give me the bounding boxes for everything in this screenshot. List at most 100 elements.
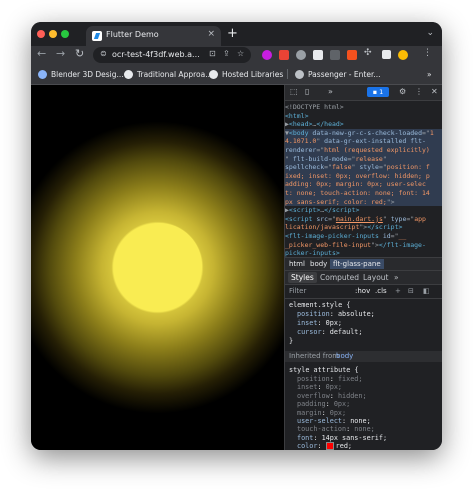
device-toolbar-icon[interactable]: ▯: [305, 87, 309, 96]
extension-3-icon[interactable]: [296, 50, 306, 60]
dom-node-line[interactable]: _picker_web-file-input"></flt-image-: [285, 241, 442, 250]
devtools-close-icon[interactable]: ✕: [431, 87, 438, 96]
dom-node-line[interactable]: px sans-serif; color: red;">: [285, 197, 442, 207]
inspect-element-icon[interactable]: ⬚: [290, 87, 298, 96]
dom-node-line[interactable]: <!DOCTYPE html>: [285, 103, 442, 112]
dom-node-line[interactable]: " flt-build-mode="release": [285, 154, 442, 164]
property-value: 0px;: [329, 408, 347, 417]
property-name: touch-action: [297, 425, 347, 434]
issues-badge[interactable]: ▪ 1: [367, 87, 389, 97]
style-property[interactable]: cursor: default;: [297, 328, 363, 336]
styles-filter-input[interactable]: Filter: [289, 287, 306, 295]
dom-node-line[interactable]: adding: 0px; margin: 0px; user-selec: [285, 180, 442, 189]
style-property[interactable]: padding: 0px;: [297, 400, 350, 408]
back-arrow-icon[interactable]: ←: [37, 47, 46, 60]
flutter-canvas[interactable]: [31, 85, 284, 450]
dom-node-line[interactable]: 4.1071.0" data-gr-ext-installed flt-: [285, 137, 442, 146]
property-name: inset: [297, 383, 318, 392]
class-toggle[interactable]: .cls: [375, 287, 387, 295]
dom-node-line[interactable]: spellcheck="false" style="position: f: [285, 163, 442, 172]
url-text[interactable]: ocr-test-4f3df.web.a...: [112, 50, 200, 59]
bookmark-item[interactable]: Blender 3D Desig...: [38, 68, 124, 80]
sidebar-toggle-icon[interactable]: ◧: [423, 287, 430, 295]
dom-node-line[interactable]: picker-inputs>: [285, 249, 442, 257]
bookmark-favicon-icon: [124, 69, 133, 79]
dom-node-line[interactable]: <flt-image-picker-inputs id="__: [285, 232, 442, 241]
style-property[interactable]: overflow: hidden;: [297, 392, 367, 400]
profile-avatar-icon[interactable]: [398, 50, 408, 60]
more-panels-icon[interactable]: »: [328, 87, 333, 96]
hover-state-toggle[interactable]: :hov: [355, 287, 370, 295]
extensions-puzzle-icon[interactable]: ✣: [364, 48, 372, 58]
style-property[interactable]: margin: 0px;: [297, 409, 346, 417]
tab-styles[interactable]: Styles: [288, 272, 317, 283]
browser-window: Flutter Demo × + ⌄ ← → ↻ ⊜ ocr-test-4f3d…: [31, 22, 442, 450]
bookmark-star-icon[interactable]: ☆: [237, 49, 244, 58]
devtools-menu-icon[interactable]: ⋮: [415, 87, 423, 96]
style-property[interactable]: inset: 0px;: [297, 319, 342, 327]
tab-flutter-demo[interactable]: Flutter Demo ×: [86, 26, 221, 46]
dom-node-line[interactable]: ▶<head>…</head>: [285, 120, 442, 129]
bookmark-item[interactable]: Passenger - Enter...: [295, 68, 381, 80]
dom-node-line[interactable]: ▶<script>…</script>: [285, 206, 442, 215]
style-rule-selector: style attribute {: [289, 366, 359, 374]
bookmark-item[interactable]: Hosted Libraries: [209, 68, 283, 80]
tab-more[interactable]: »: [394, 273, 399, 282]
style-rule-close: }: [289, 337, 294, 345]
issues-count: 1: [379, 88, 384, 96]
reading-list-icon[interactable]: [382, 50, 391, 59]
bookmark-item[interactable]: Traditional Approa...: [124, 68, 212, 80]
maximize-window-button[interactable]: [61, 30, 69, 38]
dom-node-line[interactable]: ixed; inset: 0px; overflow: hidden; p: [285, 171, 442, 181]
reload-icon[interactable]: ↻: [75, 47, 84, 60]
extension-5-icon[interactable]: [330, 50, 340, 60]
crumb-body[interactable]: body: [310, 260, 327, 268]
flutter-favicon-icon: [92, 31, 102, 41]
tab-search-chevron-icon[interactable]: ⌄: [426, 28, 434, 38]
crumb-flt-glass-pane[interactable]: flt-glass-pane: [330, 259, 384, 269]
style-property[interactable]: color: red;: [297, 442, 352, 450]
tab-computed[interactable]: Computed: [320, 273, 359, 282]
close-window-button[interactable]: [37, 30, 45, 38]
forward-arrow-icon[interactable]: →: [56, 47, 65, 60]
elements-tree[interactable]: <!DOCTYPE html> <html> ▶<head>…</head> ▼<bo…: [285, 101, 442, 257]
style-property[interactable]: user-select: none;: [297, 417, 371, 425]
extension-1-icon[interactable]: [262, 50, 272, 60]
site-info-icon[interactable]: ⊜: [100, 49, 107, 58]
address-bar[interactable]: ⊜ ocr-test-4f3df.web.a... ⊡ ⇪ ☆: [93, 47, 251, 63]
tab-close-icon[interactable]: ×: [207, 29, 215, 39]
dom-node-line[interactable]: t: none; touch-action: none; font: 14: [285, 189, 442, 198]
style-property[interactable]: position: fixed;: [297, 375, 363, 383]
install-app-icon[interactable]: ⊡: [209, 49, 216, 58]
extension-6-icon[interactable]: [347, 50, 357, 60]
dom-node-line[interactable]: <script src="main.dart.js" type="app: [285, 215, 442, 224]
tab-layout[interactable]: Layout: [363, 273, 389, 282]
crumb-html[interactable]: html: [289, 260, 305, 268]
dom-node-line[interactable]: renderer="html (requested explicitly): [285, 146, 442, 155]
dom-node-line[interactable]: ▼<body data-new-gr-c-s-check-loaded="1: [285, 128, 442, 138]
extension-2-icon[interactable]: [279, 50, 289, 60]
element-state-icon[interactable]: ⊟: [408, 287, 414, 295]
devtools-toolbar: ⬚ ▯ » ▪ 1 ⚙ ⋮ ✕: [285, 85, 442, 101]
add-rule-icon[interactable]: +: [395, 287, 401, 295]
property-name: inset: [297, 319, 318, 327]
style-property[interactable]: inset: 0px;: [297, 383, 342, 391]
bookmarks-bar: Blender 3D Desig... Traditional Approa..…: [31, 64, 442, 85]
bookmarks-overflow-button[interactable]: »: [427, 68, 432, 80]
settings-gear-icon[interactable]: ⚙: [399, 87, 406, 96]
property-value: red;: [335, 442, 353, 450]
extension-4-icon[interactable]: [313, 50, 323, 60]
style-property[interactable]: touch-action: none;: [297, 425, 375, 433]
style-property[interactable]: font: 14px sans-serif;: [297, 434, 387, 442]
dom-node-line[interactable]: <html>: [285, 112, 442, 121]
menu-kebab-icon[interactable]: ⋮: [423, 48, 432, 58]
dom-node-line[interactable]: lication/javascript"></script>: [285, 223, 442, 232]
share-icon[interactable]: ⇪: [223, 49, 230, 58]
style-property[interactable]: position: absolute;: [297, 310, 375, 318]
new-tab-button[interactable]: +: [227, 26, 238, 41]
inherited-from-link[interactable]: body: [336, 352, 353, 360]
bookmark-label: Traditional Approa...: [137, 69, 213, 79]
minimize-window-button[interactable]: [49, 30, 57, 38]
inherited-label: Inherited from: [289, 352, 340, 360]
color-swatch-icon[interactable]: [325, 442, 334, 450]
